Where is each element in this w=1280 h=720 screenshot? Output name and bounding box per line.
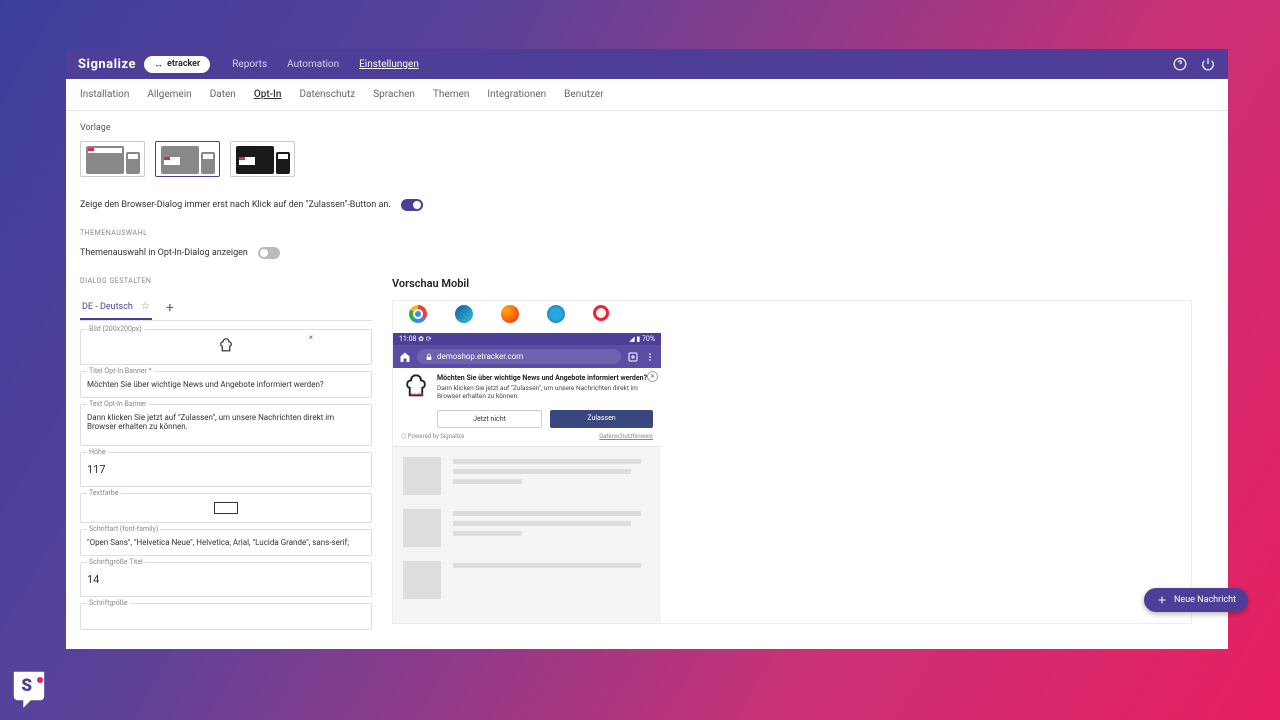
tab-installation[interactable]: Installation — [80, 89, 129, 100]
vorlage-label: Vorlage — [80, 123, 1214, 133]
template-1[interactable] — [80, 141, 145, 177]
title-input[interactable] — [81, 372, 371, 397]
svg-text:S: S — [21, 676, 32, 696]
nav-reports[interactable]: Reports — [232, 59, 267, 70]
field-textcolor: Textfarbe — [80, 493, 372, 523]
power-icon[interactable] — [1200, 56, 1216, 72]
allow-button[interactable]: Zulassen — [550, 410, 653, 428]
powered-by: ⬡ Powered by Signalize — [401, 433, 464, 440]
safari-icon[interactable] — [547, 305, 565, 323]
battery-status: ◢ ▮ 70% — [629, 335, 655, 343]
topbar: Signalize ↔etracker Reports Automation E… — [66, 49, 1228, 79]
preview-title: Vorschau Mobil — [392, 277, 1214, 290]
privacy-link[interactable]: Datenschutzhinweis — [599, 433, 653, 440]
etracker-chip[interactable]: ↔etracker — [144, 56, 210, 73]
browser-toggle[interactable] — [401, 199, 423, 211]
lang-tab-de[interactable]: DE - Deutsch ☆ — [80, 295, 152, 320]
star-icon[interactable]: ☆ — [141, 301, 150, 312]
home-icon[interactable] — [399, 351, 411, 363]
field-text: Text Opt-In Banner Dann klicken Sie jetz… — [80, 404, 372, 446]
remove-image[interactable]: × — [309, 333, 313, 342]
tab-daten[interactable]: Daten — [210, 89, 236, 100]
fontfamily-input[interactable] — [81, 530, 371, 555]
tab-optin[interactable]: Opt-In — [254, 89, 282, 100]
firefox-icon[interactable] — [501, 305, 519, 323]
tab-sprachen[interactable]: Sprachen — [373, 89, 415, 100]
fontsize-input[interactable] — [81, 604, 371, 629]
field-title: Titel Opt-In Banner * — [80, 371, 372, 398]
lock-icon — [425, 353, 433, 361]
svg-text:kocht: kocht — [411, 393, 424, 399]
optin-popup: ✕ kocht Möchten Sie über wichtige News u… — [393, 368, 661, 447]
brand-logo: Signalize — [78, 57, 136, 72]
edge-icon[interactable] — [455, 305, 473, 323]
dialog-gestalten-heading: DIALOG GESTALTEN — [80, 277, 372, 285]
optin-body: Dann klicken Sie jetzt auf "Zulassen", u… — [437, 384, 653, 401]
chef-icon — [217, 335, 235, 359]
add-language[interactable]: + — [166, 300, 174, 316]
field-fontsize: Schriftgröße — [80, 603, 372, 630]
close-icon[interactable]: ✕ — [647, 371, 658, 382]
tab-allgemein[interactable]: Allgemein — [147, 89, 191, 100]
text-input[interactable]: Dann klicken Sie jetzt auf "Zulassen", u… — [81, 405, 371, 441]
sub-tabs: Installation Allgemein Daten Opt-In Date… — [66, 79, 1228, 111]
height-input[interactable] — [81, 453, 371, 486]
new-message-fab[interactable]: Neue Nachricht — [1144, 588, 1248, 612]
language-tabs: DE - Deutsch ☆ + — [80, 295, 372, 321]
field-image[interactable]: Bild (200x200px) × — [80, 329, 372, 365]
field-fontfamily: Schriftart (font-family) — [80, 529, 372, 556]
field-height: Höhe — [80, 452, 372, 487]
chrome-icon[interactable] — [409, 305, 427, 323]
plus-tab-icon[interactable] — [627, 351, 639, 363]
plus-icon — [1156, 594, 1168, 606]
fontsize-title-input[interactable] — [81, 563, 371, 596]
deny-button[interactable]: Jetzt nicht — [437, 410, 542, 428]
template-2[interactable] — [155, 141, 220, 177]
skeleton-content — [393, 447, 661, 623]
top-nav: Reports Automation Einstellungen — [232, 59, 419, 70]
template-3[interactable] — [230, 141, 295, 177]
app-window: Signalize ↔etracker Reports Automation E… — [66, 49, 1228, 649]
tab-benutzer[interactable]: Benutzer — [564, 89, 603, 100]
tab-datenschutz[interactable]: Datenschutz — [299, 89, 355, 100]
menu-dots-icon[interactable] — [645, 351, 655, 363]
themenauswahl-heading: THEMENAUSWAHL — [80, 229, 1214, 237]
help-icon[interactable] — [1172, 56, 1188, 72]
themenauswahl-toggle[interactable] — [258, 247, 280, 259]
field-fontsize-title: Schriftgröße Titel — [80, 562, 372, 597]
mobile-preview: 11:08 ✿ ⟳ ◢ ▮ 70% demoshop.etracker.com — [393, 333, 661, 623]
optin-title: Möchten Sie über wichtige News und Angeb… — [437, 374, 653, 382]
template-selector — [80, 141, 1214, 177]
url-bar[interactable]: demoshop.etracker.com — [417, 349, 621, 364]
color-picker[interactable] — [214, 502, 238, 514]
opera-icon[interactable] — [593, 305, 609, 321]
browser-selector — [393, 301, 1191, 333]
nav-automation[interactable]: Automation — [287, 59, 339, 70]
browser-toggle-label: Zeige den Browser-Dialog immer erst nach… — [80, 200, 391, 210]
splash-logo: S — [10, 668, 48, 710]
tab-themen[interactable]: Themen — [433, 89, 469, 100]
themenauswahl-label: Themenauswahl in Opt-In-Dialog anzeigen — [80, 248, 248, 258]
tab-integrationen[interactable]: Integrationen — [487, 89, 546, 100]
popup-logo: kocht — [401, 374, 431, 404]
nav-settings[interactable]: Einstellungen — [359, 59, 419, 70]
